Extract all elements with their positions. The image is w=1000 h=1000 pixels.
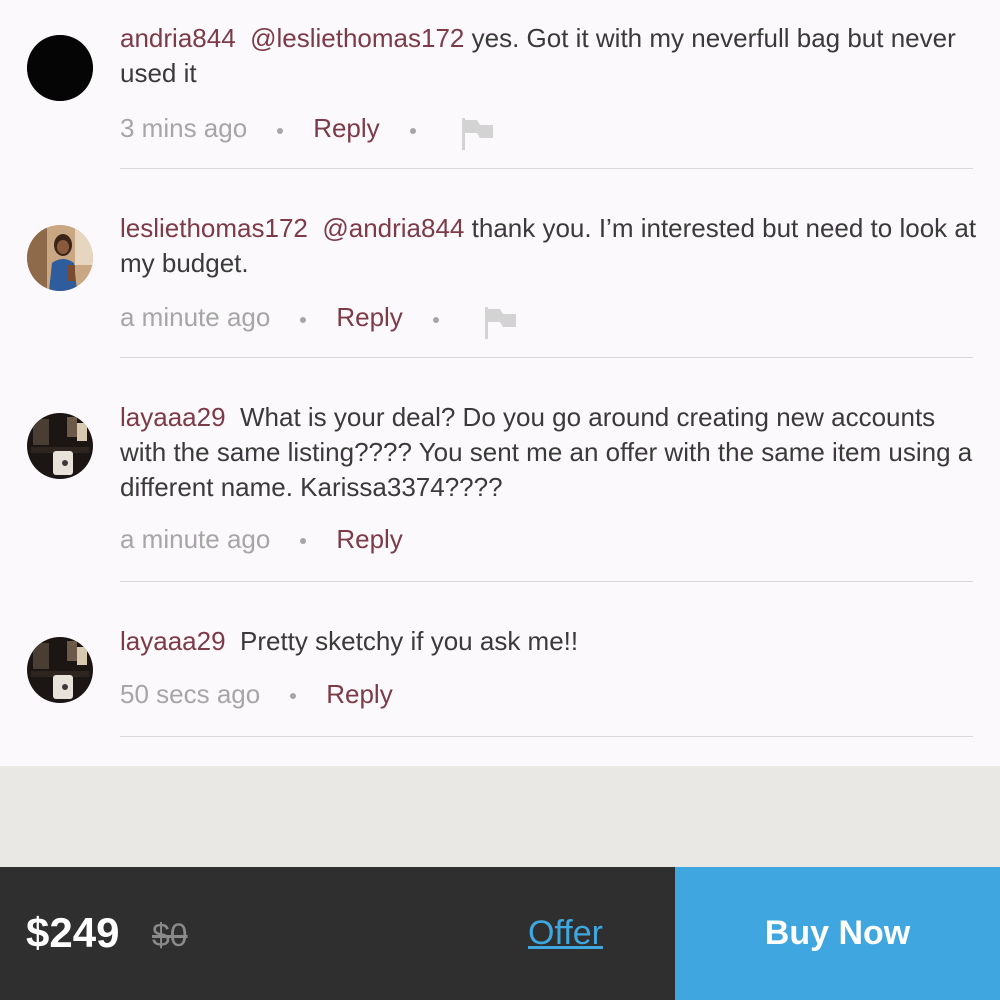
footer-spacer [0,766,1000,867]
comment-meta: a minute ago Reply [120,297,519,339]
comment-mention[interactable]: @andria844 [322,213,464,243]
comment-text: layaaa29 Pretty sketchy if you ask me!! [120,624,980,659]
separator-dot [300,538,307,545]
flag-icon[interactable] [483,305,519,350]
avatar[interactable] [27,413,93,479]
separator-dot [409,127,416,134]
comment-text: lesliethomas172 @andria844 thank you. I’… [120,211,980,281]
avatar[interactable] [27,225,93,291]
comment-meta: a minute ago Reply [120,521,403,557]
comment-username[interactable]: layaaa29 [120,626,226,656]
buy-now-button[interactable]: Buy Now [675,867,1000,1000]
avatar[interactable] [27,35,93,101]
price: $249 [26,909,120,956]
comment-divider [120,357,973,358]
comment-meta: 50 secs ago Reply [120,676,393,712]
offer-button[interactable]: Offer [528,911,603,955]
separator-dot [277,127,284,134]
reply-button[interactable]: Reply [336,521,402,557]
comment-text: layaaa29 What is your deal? Do you go ar… [120,400,980,505]
comment-username[interactable]: andria844 [120,23,236,53]
comment-timestamp: a minute ago [120,302,271,333]
comment-divider [120,581,973,582]
reply-button[interactable]: Reply [336,299,402,335]
separator-dot [290,693,297,700]
comment-body: What is your deal? Do you go around crea… [120,402,973,502]
comment-mention[interactable]: @lesliethomas172 [250,23,464,53]
comment-text: andria844 @lesliethomas172 yes. Got it w… [120,21,980,91]
listing-comments-screen: andria844 @lesliethomas172 yes. Got it w… [0,0,1000,1000]
comments-list: andria844 @lesliethomas172 yes. Got it w… [0,0,1000,766]
comment-divider [120,736,973,737]
reply-button[interactable]: Reply [326,676,392,712]
comment-body: yes. Got it with my neverfull bag but ne… [120,23,956,88]
comment-timestamp: 50 secs ago [120,679,261,709]
avatar[interactable] [27,637,93,703]
comment-divider [120,168,973,169]
comment-meta: 3 mins ago Reply [120,108,496,150]
separator-dot [300,316,307,323]
purchase-bar: $249 $0 Offer Buy Now [0,867,1000,1000]
comment-timestamp: a minute ago [120,524,271,554]
comment-username[interactable]: lesliethomas172 [120,213,308,243]
reply-button[interactable]: Reply [313,110,379,146]
comment-username[interactable]: layaaa29 [120,402,226,432]
comment-body: Pretty sketchy if you ask me!! [240,626,579,656]
flag-icon[interactable] [460,116,496,161]
original-price: $0 [152,917,188,953]
separator-dot [432,316,439,323]
comment-timestamp: 3 mins ago [120,113,248,144]
